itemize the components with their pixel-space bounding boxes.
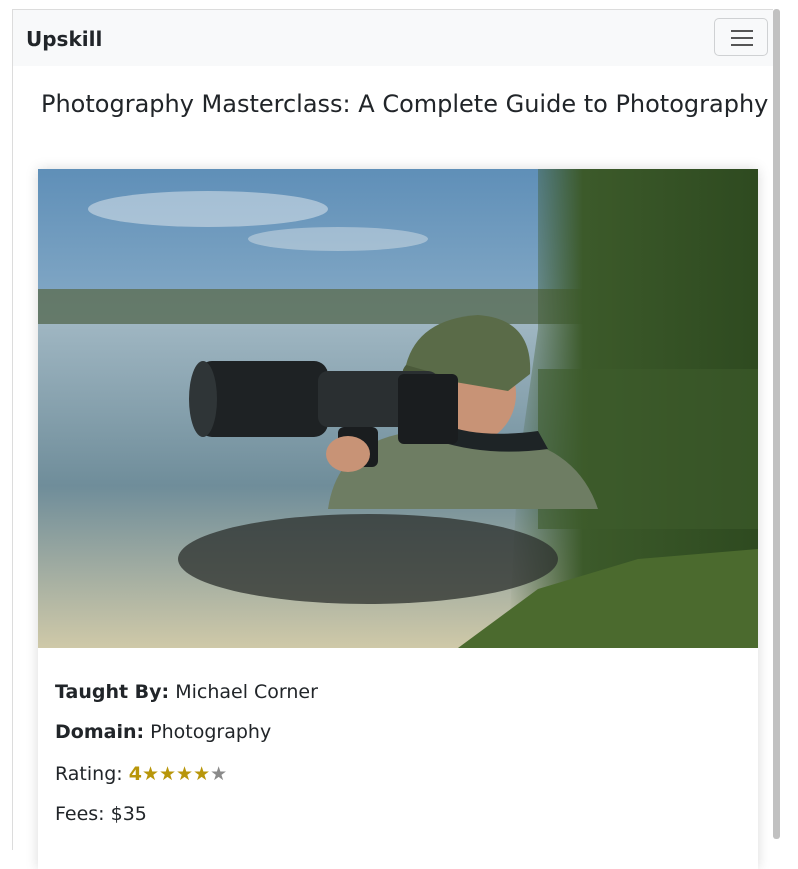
- hamburger-menu-icon: [731, 30, 753, 32]
- page-container: Upskill Photography Masterclass: A Compl…: [12, 9, 773, 869]
- course-card: Taught By: Michael Corner Domain: Photog…: [38, 169, 758, 869]
- navbar-toggle-button[interactable]: [714, 18, 768, 56]
- taught-by-label: Taught By:: [55, 681, 170, 703]
- navbar: Upskill: [13, 10, 773, 66]
- course-image-illustration: [38, 169, 758, 648]
- rating-label: Rating:: [55, 763, 123, 785]
- hamburger-bar: [731, 44, 753, 46]
- fees-line: Fees: $35: [55, 803, 147, 825]
- hamburger-bar: [731, 37, 753, 39]
- star-filled-icon: ★: [193, 763, 211, 785]
- fees-label: Fees:: [55, 803, 105, 825]
- brand-logo[interactable]: Upskill: [26, 27, 102, 51]
- rating-value: 4: [128, 763, 142, 785]
- scrollbar[interactable]: [773, 9, 780, 839]
- instructor-name: Michael Corner: [175, 681, 318, 703]
- star-filled-icon: ★: [159, 763, 177, 785]
- star-filled-icon: ★: [176, 763, 194, 785]
- fees-value: $35: [110, 803, 147, 825]
- taught-by-line: Taught By: Michael Corner: [55, 681, 318, 703]
- domain-label: Domain:: [55, 721, 145, 743]
- star-empty-icon: ★: [210, 763, 228, 785]
- course-image: [38, 169, 758, 648]
- rating-line: Rating: 4★★★★★: [55, 763, 227, 785]
- rating-stars: ★★★★★: [142, 763, 227, 785]
- domain-line: Domain: Photography: [55, 721, 271, 743]
- domain-value: Photography: [150, 721, 272, 743]
- star-filled-icon: ★: [141, 763, 159, 785]
- course-title: Photography Masterclass: A Complete Guid…: [41, 90, 769, 118]
